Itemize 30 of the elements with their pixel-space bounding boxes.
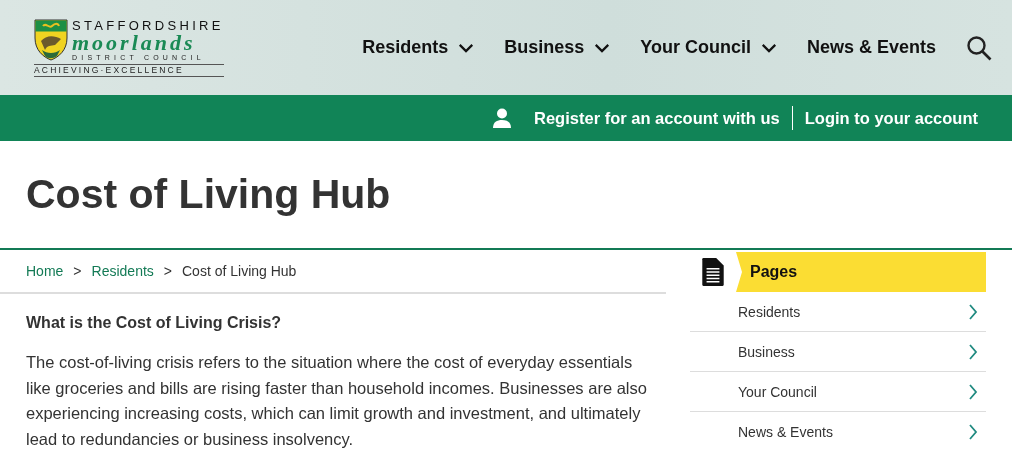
body-paragraph: The cost-of-living crisis refers to the situation where the cost of everyday essentials like groceries and bills are rising faster than household incomes. Businesses are also experiencing increasing costs, which can limit growth and investment, and ultimately lead to redundancies or business insolvency.	[26, 352, 648, 450]
user-icon	[492, 108, 513, 128]
sidebar-link[interactable]: Residents	[690, 292, 986, 332]
document-icon	[700, 257, 726, 287]
nav-link[interactable]: Your Council	[640, 37, 779, 58]
logo-text: STAFFORDSHIRE	[72, 18, 224, 33]
search-button[interactable]	[966, 34, 992, 61]
breadcrumb-separator: >	[73, 263, 82, 279]
pages-heading: Pages	[736, 252, 986, 292]
breadcrumb-current: Cost of Living Hub	[182, 263, 297, 279]
chevron-right-icon	[968, 343, 978, 360]
logo-tagline: ACHIEVING·EXCELLENCE	[34, 63, 224, 77]
breadcrumb-link[interactable]: Home	[26, 263, 64, 279]
chevron-right-icon	[968, 383, 978, 400]
login-link[interactable]: Login to your account	[804, 108, 978, 128]
chevron-right-icon	[968, 303, 978, 320]
nav-link[interactable]: News & Events	[806, 37, 936, 58]
logo-text: moorlands	[72, 32, 196, 53]
nav-link[interactable]: Residents	[362, 37, 477, 58]
breadcrumb-separator: >	[163, 263, 172, 279]
chevron-right-icon	[968, 423, 978, 440]
sidebar-link[interactable]: News & Events	[690, 412, 986, 451]
crest-icon	[34, 18, 68, 61]
nav-link[interactable]: Business	[504, 37, 613, 58]
section-heading: What is the Cost of Living Crisis?	[26, 314, 283, 332]
sidebar-link[interactable]: Your Council	[690, 372, 986, 412]
page-title: Cost of Living Hub	[26, 171, 391, 218]
register-link[interactable]: Register for an account with us	[534, 108, 780, 128]
breadcrumb-link[interactable]: Residents	[91, 263, 154, 279]
sidebar-link[interactable]: Business	[690, 332, 986, 372]
